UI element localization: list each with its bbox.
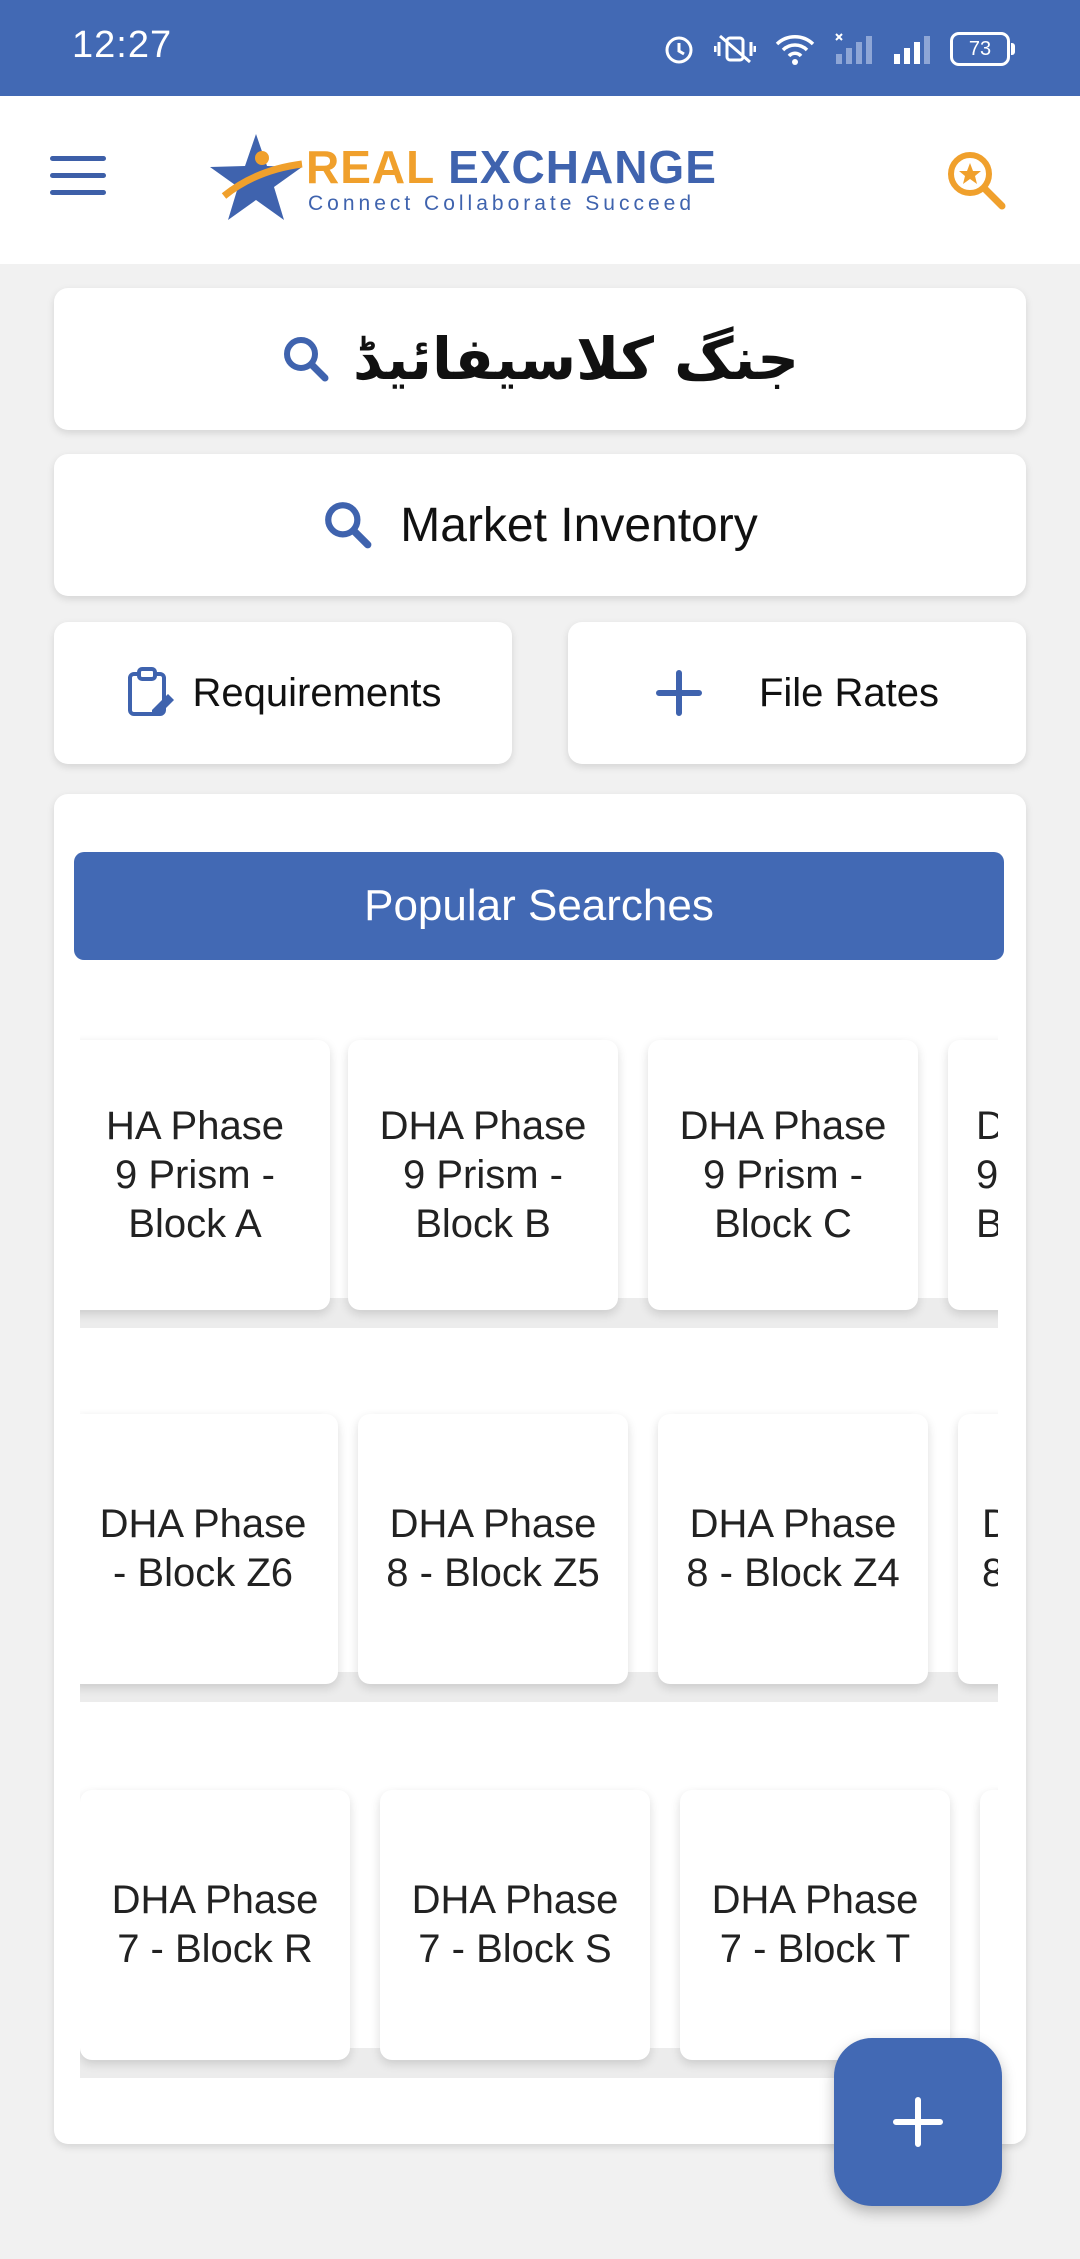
search-favorites-icon[interactable] (944, 148, 1010, 214)
brand-title: REAL EXCHANGE (306, 140, 717, 194)
popular-tile[interactable]: DHA Phase - Block Z6 (80, 1414, 338, 1684)
popular-tile[interactable]: DHA Phase 9 Prism - Block C (648, 1040, 918, 1310)
market-inventory-label: Market Inventory (400, 498, 758, 552)
popular-tile[interactable]: DHA Phase 7 - Block S (380, 1790, 650, 2060)
star-logo-icon (210, 134, 303, 220)
menu-icon[interactable] (50, 156, 106, 200)
popular-searches-panel: Popular Searches HA Phase 9 Prism - Bloc… (54, 794, 1026, 2144)
popular-tile[interactable]: DH 9 B (948, 1040, 998, 1310)
file-rates-label: File Rates (758, 670, 940, 715)
requirements-button[interactable]: Requirements (54, 622, 512, 764)
popular-tile[interactable]: DHA Phase 8 - Block Z4 (658, 1414, 928, 1684)
signal-icon-2 (894, 36, 930, 64)
alarm-icon (665, 36, 693, 64)
popular-row-1[interactable]: HA Phase 9 Prism - Block A DHA Phase 9 P… (80, 1028, 998, 1328)
popular-searches-header: Popular Searches (74, 852, 1004, 960)
clipboard-edit-icon (128, 667, 175, 716)
search-icon (325, 502, 372, 549)
file-rates-button[interactable]: File Rates (568, 622, 1026, 764)
popular-tile[interactable]: HA Phase 9 Prism - Block A (80, 1040, 330, 1310)
vibrate-icon (714, 34, 756, 64)
plus-icon (893, 2097, 943, 2147)
requirements-label: Requirements (192, 670, 442, 715)
popular-tile[interactable]: DHA Phase 8 - Block Z5 (358, 1414, 628, 1684)
search-icon (283, 337, 329, 382)
status-bar: 12:27 73 (0, 0, 1080, 96)
status-icons: 73 (662, 26, 1015, 72)
brand-logo: REAL EXCHANGE Connect Collaborate Succee… (206, 130, 726, 230)
plus-icon (655, 670, 702, 716)
wifi-icon (775, 35, 815, 65)
brand-part2: EXCHANGE (448, 141, 717, 193)
popular-tile[interactable]: DHA Phase 7 - Block T (680, 1790, 950, 2060)
popular-tile[interactable]: DHA Phase 9 Prism - Block B (348, 1040, 618, 1310)
battery-icon: 73 (950, 32, 1015, 66)
popular-row-3[interactable]: DHA Phase 7 - Block R DHA Phase 7 - Bloc… (80, 1778, 998, 2078)
brand-tagline: Connect Collaborate Succeed (308, 192, 696, 215)
signal-icon-1 (835, 33, 872, 64)
popular-row-2[interactable]: DHA Phase - Block Z6 DHA Phase 8 - Block… (80, 1402, 998, 1702)
add-fab-button[interactable] (834, 2038, 1002, 2206)
jang-classified-label: جنگ کلاسیفائیڈ (352, 325, 800, 393)
popular-tile[interactable] (980, 1790, 998, 2060)
jang-classified-button[interactable]: جنگ کلاسیفائیڈ (54, 288, 1026, 430)
market-inventory-button[interactable]: Market Inventory (54, 454, 1026, 596)
popular-tile[interactable]: DH 8 - (958, 1414, 998, 1684)
battery-level: 73 (968, 37, 992, 60)
brand-part1: REAL (306, 141, 435, 193)
app-bar: REAL EXCHANGE Connect Collaborate Succee… (0, 96, 1080, 264)
popular-tile[interactable]: DHA Phase 7 - Block R (80, 1790, 350, 2060)
status-time: 12:27 (72, 24, 173, 66)
